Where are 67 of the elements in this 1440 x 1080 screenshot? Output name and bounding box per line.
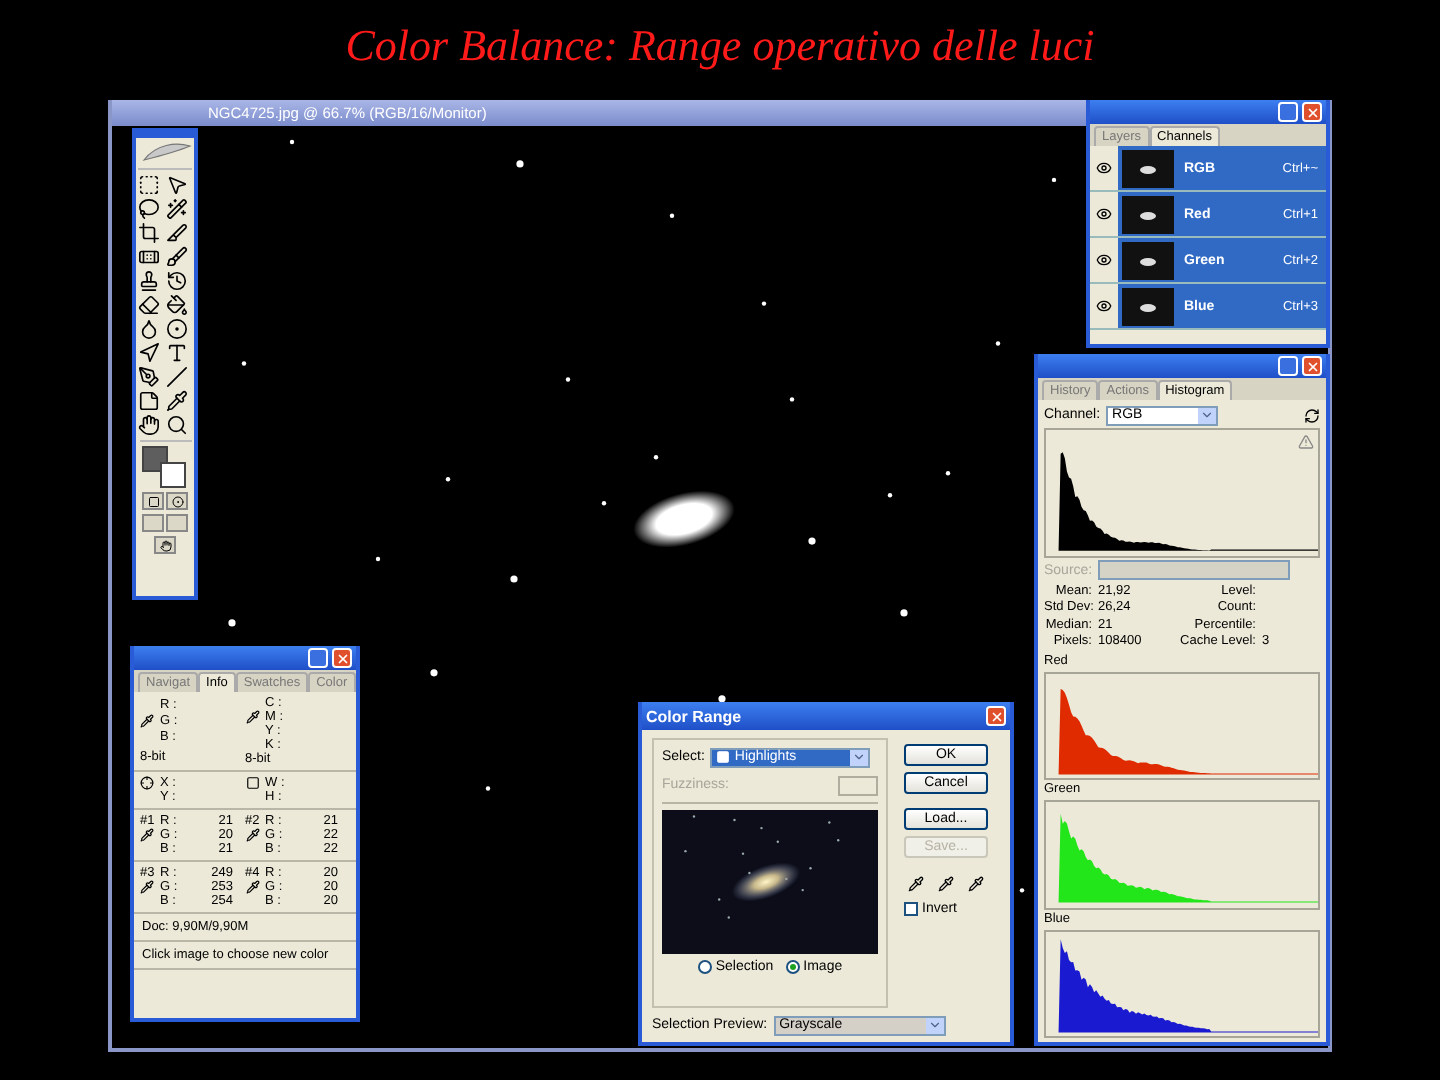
close-icon — [989, 709, 1003, 723]
eyedropper-icon — [140, 828, 154, 842]
eye-icon[interactable] — [1096, 298, 1112, 314]
eyedropper-icon — [140, 880, 154, 894]
pen-icon[interactable] — [138, 366, 160, 388]
close-button[interactable] — [332, 648, 352, 668]
close-icon — [1305, 105, 1319, 119]
minimize-button[interactable] — [308, 648, 328, 668]
invert-checkbox[interactable] — [904, 902, 918, 916]
close-button[interactable] — [1302, 356, 1322, 376]
jump-button[interactable] — [154, 536, 176, 554]
eraser-icon[interactable] — [138, 294, 160, 316]
brush-icon[interactable] — [166, 246, 188, 268]
crosshair-icon — [140, 776, 154, 790]
dialog-title: Color Range — [646, 707, 742, 725]
knife-icon[interactable] — [166, 222, 188, 244]
magic-wand-icon[interactable] — [166, 198, 188, 220]
swatch-icon — [716, 750, 731, 764]
background-color-swatch[interactable] — [159, 462, 185, 488]
warning-icon — [1298, 434, 1314, 450]
arrow-cursor-icon[interactable] — [166, 174, 188, 196]
eyedropper-icon[interactable] — [908, 876, 924, 892]
eye-icon[interactable] — [1096, 160, 1112, 176]
galaxy-thumbnail — [1122, 195, 1174, 233]
foreground-color-swatch[interactable] — [141, 446, 167, 472]
selection-arrow-icon[interactable] — [138, 342, 160, 364]
chevron-down-icon — [852, 750, 867, 764]
eyedropper-icon — [245, 880, 259, 894]
galaxy-thumbnail — [1122, 287, 1174, 325]
zoom-icon[interactable] — [166, 414, 188, 436]
eyedropper-icon — [140, 714, 154, 729]
eye-icon[interactable] — [1096, 206, 1112, 222]
hand-icon[interactable] — [138, 414, 160, 436]
rectangle-icon — [245, 776, 259, 790]
line-icon[interactable] — [166, 366, 188, 388]
chevron-down-icon — [1200, 408, 1215, 422]
close-button[interactable] — [986, 706, 1006, 726]
eyedropper-icon — [245, 828, 259, 842]
dashed-square-icon[interactable] — [138, 174, 160, 196]
history-brush-icon[interactable] — [166, 270, 188, 292]
stamp-icon[interactable] — [138, 270, 160, 292]
minimize-button[interactable] — [1278, 356, 1298, 376]
note-icon[interactable] — [138, 390, 160, 412]
radio-button[interactable] — [697, 960, 712, 974]
close-button[interactable] — [1302, 102, 1322, 122]
lasso-icon[interactable] — [138, 198, 160, 220]
refresh-icon[interactable] — [1304, 407, 1320, 423]
drop-icon[interactable] — [138, 318, 160, 340]
radio-button[interactable] — [785, 960, 800, 974]
minimize-button[interactable] — [1278, 102, 1298, 122]
feather-logo-icon — [139, 140, 191, 164]
bandage-icon[interactable] — [138, 246, 160, 268]
close-icon — [1305, 359, 1319, 373]
chevron-down-icon — [927, 1018, 942, 1032]
galaxy-thumbnail — [1122, 241, 1174, 279]
fuzziness-field[interactable] — [838, 775, 878, 795]
eye-icon[interactable] — [1096, 252, 1112, 268]
quick-mask-button[interactable] — [166, 492, 188, 510]
crop-icon[interactable] — [138, 222, 160, 244]
slide-title: Color Balance: Range operativo delle luci — [345, 20, 1095, 72]
eyedropper-icon — [245, 710, 259, 724]
eyedropper-icon[interactable] — [166, 390, 188, 412]
type-icon[interactable] — [166, 342, 188, 364]
standard-mode-button[interactable] — [142, 492, 164, 510]
close-icon — [335, 651, 349, 665]
galaxy-thumbnail — [1122, 149, 1174, 187]
paint-bucket-icon[interactable] — [166, 294, 188, 316]
